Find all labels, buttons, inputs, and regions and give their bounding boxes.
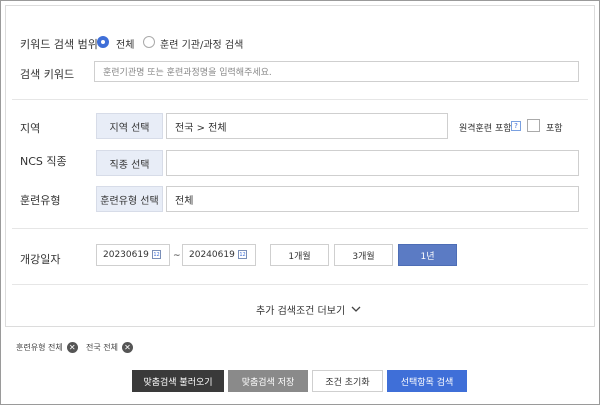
train-type-value-field: 전체 xyxy=(166,186,579,212)
ncs-select-button[interactable]: 직종 선택 xyxy=(96,150,163,176)
more-conditions-label: 추가 검색조건 더보기 xyxy=(256,302,345,317)
search-panel: 키워드 검색 범위 전체 훈련 기관/과정 검색 검색 키워드 훈련기관명 또는… xyxy=(5,5,595,327)
period-1-month-button[interactable]: 1개월 xyxy=(270,244,329,266)
remote-include-checkbox[interactable] xyxy=(527,119,540,132)
open-date-label: 개강일자 xyxy=(20,251,60,267)
ncs-label: NCS 직종 xyxy=(20,153,67,169)
region-value-field: 전국 > 전체 xyxy=(166,113,448,139)
region-select-button[interactable]: 지역 선택 xyxy=(96,113,163,139)
load-saved-search-button[interactable]: 맞춤검색 불러오기 xyxy=(132,370,224,392)
divider xyxy=(12,228,588,229)
train-type-select-button[interactable]: 훈련유형 선택 xyxy=(96,186,163,212)
remove-tag-icon[interactable]: ✕ xyxy=(122,342,133,353)
period-1-year-button[interactable]: 1년 xyxy=(398,244,457,266)
remove-tag-icon[interactable]: ✕ xyxy=(67,342,78,353)
chevron-down-icon xyxy=(351,306,361,313)
divider xyxy=(12,99,588,100)
save-search-button[interactable]: 맞춤검색 저장 xyxy=(228,370,308,392)
calendar-icon[interactable]: 12 xyxy=(152,250,161,259)
ncs-value-field xyxy=(166,150,579,176)
include-label: 포함 xyxy=(546,121,563,134)
date-separator: ~ xyxy=(173,251,181,261)
radio-all[interactable] xyxy=(97,36,109,48)
filter-tag-label: 전국 전체 xyxy=(86,342,118,353)
calendar-icon[interactable]: 12 xyxy=(238,250,247,259)
help-icon[interactable]: ? xyxy=(511,121,521,131)
divider xyxy=(12,284,588,285)
keyword-label: 검색 키워드 xyxy=(20,66,74,82)
reset-conditions-button[interactable]: 조건 초기화 xyxy=(312,370,383,392)
filter-tag-region: 전국 전체 ✕ xyxy=(86,342,133,353)
period-3-month-button[interactable]: 3개월 xyxy=(334,244,393,266)
keyword-input[interactable]: 훈련기관명 또는 훈련과정명을 입력해주세요. xyxy=(94,61,579,82)
remote-training-label: 원격훈련 포함 xyxy=(459,121,512,134)
region-label: 지역 xyxy=(20,120,40,136)
more-conditions-toggle[interactable]: 추가 검색조건 더보기 xyxy=(256,302,361,317)
radio-all-label: 전체 xyxy=(116,36,134,51)
filter-tag-label: 훈련유형 전체 xyxy=(16,342,63,353)
scope-label: 키워드 검색 범위 xyxy=(20,36,98,52)
radio-institution-label: 훈련 기관/과정 검색 xyxy=(160,36,243,51)
filter-tag-train-type: 훈련유형 전체 ✕ xyxy=(16,342,78,353)
search-selected-button[interactable]: 선택항목 검색 xyxy=(387,370,467,392)
radio-institution[interactable] xyxy=(143,36,155,48)
train-type-label: 훈련유형 xyxy=(20,192,60,208)
